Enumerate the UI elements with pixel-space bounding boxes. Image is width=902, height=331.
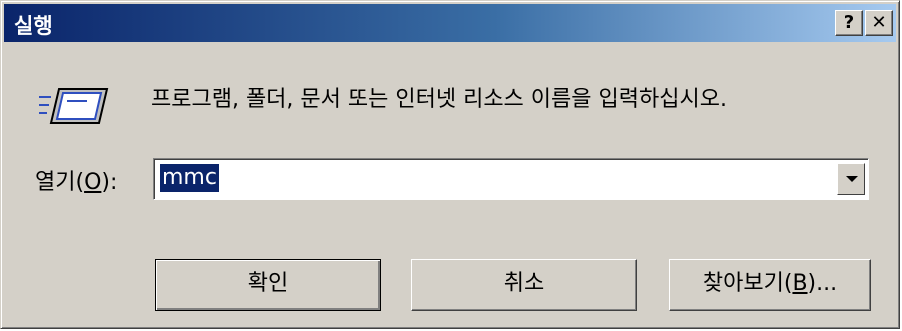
- open-combobox[interactable]: mmc: [153, 158, 869, 200]
- ok-button[interactable]: 확인: [155, 259, 381, 311]
- open-label: 열기(O):: [35, 170, 118, 195]
- title-bar[interactable]: 실행 ? ✕: [4, 4, 896, 42]
- help-button[interactable]: ?: [835, 10, 863, 36]
- open-input-selected-text[interactable]: mmc: [160, 164, 219, 192]
- run-icon: [39, 88, 109, 124]
- close-button[interactable]: ✕: [865, 10, 893, 36]
- instruction-text: 프로그램, 폴더, 문서 또는 인터넷 리소스 이름을 입력하십시오.: [151, 87, 727, 112]
- chevron-down-icon[interactable]: [837, 163, 865, 195]
- run-dialog: 실행 ? ✕ 프로그램, 폴더, 문서 또는 인터넷 리소스 이름을 입력하십시…: [0, 0, 900, 329]
- browse-button[interactable]: 찾아보기(B)...: [669, 259, 871, 311]
- window-title: 실행: [14, 14, 53, 38]
- cancel-button[interactable]: 취소: [411, 259, 637, 311]
